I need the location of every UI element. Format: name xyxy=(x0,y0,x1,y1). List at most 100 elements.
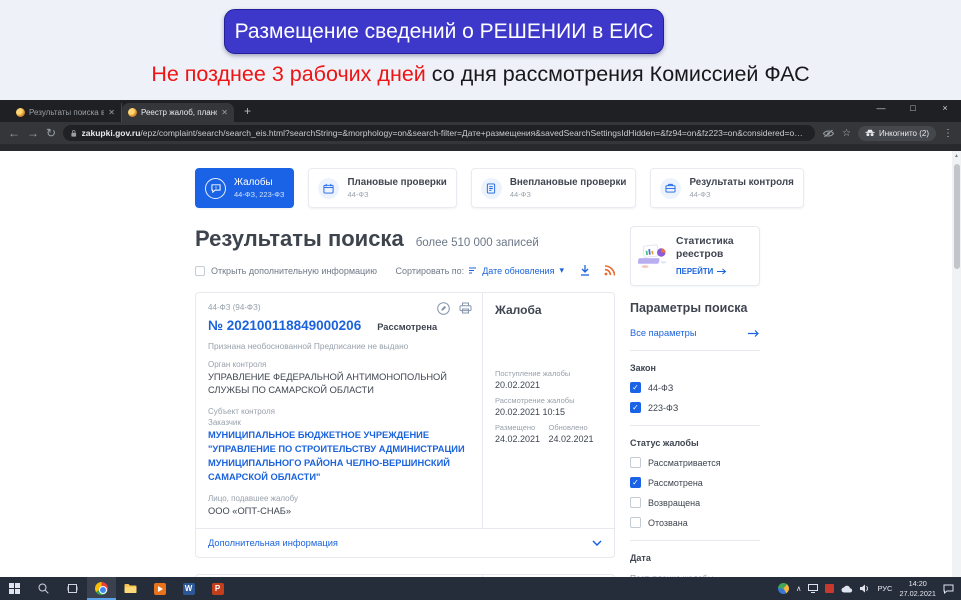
speaker-icon[interactable] xyxy=(860,584,870,593)
law-section-title: Закон xyxy=(630,363,760,373)
briefcase-icon xyxy=(660,178,681,199)
start-button[interactable] xyxy=(0,577,29,600)
language-indicator[interactable]: РУС xyxy=(877,584,892,593)
slide-title: Размещение сведений о РЕШЕНИИ в ЕИС xyxy=(224,9,664,54)
tab-complaints[interactable]: Жалобы 44-ФЗ, 223-ФЗ xyxy=(195,168,294,208)
window-controls: — □ × xyxy=(865,100,961,116)
maximize-button[interactable]: □ xyxy=(897,100,929,116)
open-additional-checkbox[interactable] xyxy=(195,266,205,276)
sort-by-label: Сортировать по: xyxy=(396,266,465,276)
lock-icon xyxy=(71,129,76,138)
calendar-check-icon xyxy=(318,178,339,199)
page-scrollbar[interactable]: ▲ xyxy=(952,151,961,577)
results-count: более 510 000 записей xyxy=(416,237,539,249)
taskbar-clock[interactable]: 14:20 27.02.2021 xyxy=(899,579,936,597)
updated-label: Обновлено xyxy=(549,423,603,432)
scrollbar-thumb[interactable] xyxy=(954,164,960,269)
chevron-down-icon[interactable] xyxy=(592,540,602,546)
date-section-title: Дата xyxy=(630,553,760,563)
eye-blocked-icon[interactable] xyxy=(822,129,835,138)
sort-value[interactable]: Дате обновления xyxy=(482,266,554,276)
all-params-link[interactable]: Все параметры xyxy=(630,328,760,338)
scroll-up-icon[interactable]: ▲ xyxy=(952,151,961,159)
subject-label: Субъект контроля xyxy=(208,407,470,416)
tab-close-icon[interactable]: ✕ xyxy=(108,108,115,117)
arrow-right-icon xyxy=(748,329,760,338)
taskbar-video-app-button[interactable] xyxy=(145,577,174,600)
incognito-icon xyxy=(865,129,875,137)
tray-browser-icon[interactable] xyxy=(778,583,789,594)
status-considering-option[interactable]: Рассматривается xyxy=(630,457,760,468)
complaint-bubble-icon xyxy=(205,178,226,199)
law-44fz-option[interactable]: ✓ 44-ФЗ xyxy=(630,382,760,393)
incognito-badge[interactable]: Инкогнито (2) xyxy=(858,126,936,141)
status-considered-option[interactable]: ✓ Рассмотрена xyxy=(630,477,760,488)
bookmark-star-icon[interactable]: ☆ xyxy=(842,128,851,139)
bookmarks-strip xyxy=(0,144,961,151)
tab-planned-inspections[interactable]: Плановые проверки 44-ФЗ xyxy=(308,168,456,208)
close-button[interactable]: × xyxy=(929,100,961,116)
checkbox-checked-icon[interactable]: ✓ xyxy=(630,477,641,488)
download-icon[interactable] xyxy=(580,265,590,276)
edit-circle-icon[interactable] xyxy=(437,302,450,315)
subject-value-link[interactable]: МУНИЦИПАЛЬНОЕ БЮДЖЕТНОЕ УЧРЕЖДЕНИЕ "УПРА… xyxy=(208,429,470,485)
taskbar-search-button[interactable] xyxy=(29,577,58,600)
reload-button[interactable]: ↻ xyxy=(46,127,56,139)
browser-window: Результаты поиска в каталоге ✕ Реестр жа… xyxy=(0,100,961,577)
url-text: zakupki.gov.ru/epz/complaint/search/sear… xyxy=(82,128,807,138)
browser-tab-2-active[interactable]: Реестр жалоб, плановых и вне ✕ xyxy=(122,103,234,122)
status-section-title: Статус жалобы xyxy=(630,438,760,448)
back-button[interactable]: ← xyxy=(8,127,20,139)
page-content: ▲ Жалобы 44-ФЗ, 223-ФЗ xyxy=(0,151,961,577)
action-center-icon[interactable] xyxy=(943,584,954,594)
system-tray: ∧ РУС 14:20 27.02.2021 xyxy=(778,577,961,600)
forward-button[interactable]: → xyxy=(27,127,39,139)
checkbox-checked-icon[interactable]: ✓ xyxy=(630,382,641,393)
menu-dots-icon[interactable]: ⋮ xyxy=(943,128,953,139)
tray-display-icon[interactable] xyxy=(808,584,818,593)
onedrive-cloud-icon[interactable] xyxy=(841,585,853,593)
card-law: 44-ФЗ (94-ФЗ) xyxy=(208,303,470,312)
tray-app-badge-icon[interactable] xyxy=(825,584,834,593)
taskbar-powerpoint-button[interactable]: P xyxy=(203,577,232,600)
incognito-label: Инкогнито (2) xyxy=(879,129,929,138)
minimize-button[interactable]: — xyxy=(865,100,897,116)
divider xyxy=(630,350,760,351)
browser-tab-1[interactable]: Результаты поиска в каталоге ✕ xyxy=(10,103,122,122)
card-number-link[interactable]: № 202100118849000206 xyxy=(208,318,361,333)
all-params-label: Все параметры xyxy=(630,328,697,338)
address-bar[interactable]: zakupki.gov.ru/epz/complaint/search/sear… xyxy=(63,125,815,141)
checkbox-label: Отозвана xyxy=(648,518,688,528)
registry-stats-panel[interactable]: Статистика реестров ПЕРЕЙТИ xyxy=(630,226,760,286)
checkbox-label: Рассмотрена xyxy=(648,478,703,488)
taskbar-explorer-button[interactable] xyxy=(116,577,145,600)
stats-go-link[interactable]: ПЕРЕЙТИ xyxy=(676,267,713,276)
applicant-label: Лицо, подавшее жалобу xyxy=(208,494,470,503)
checkbox-unchecked-icon[interactable] xyxy=(630,517,641,528)
task-view-button[interactable] xyxy=(58,577,87,600)
checkbox-unchecked-icon[interactable] xyxy=(630,497,641,508)
status-withdrawn-option[interactable]: Отозвана xyxy=(630,517,760,528)
checkbox-checked-icon[interactable]: ✓ xyxy=(630,402,641,413)
tab-control-results[interactable]: Результаты контроля 44-ФЗ xyxy=(650,168,803,208)
status-returned-option[interactable]: Возвращена xyxy=(630,497,760,508)
sort-caret-icon[interactable]: ▾ xyxy=(559,265,564,276)
organ-value: УПРАВЛЕНИЕ ФЕДЕРАЛЬНОЙ АНТИМОНОПОЛЬНОЙ С… xyxy=(208,371,470,398)
tab-sublabel: 44-ФЗ xyxy=(347,190,446,199)
additional-info-link[interactable]: Дополнительная информация xyxy=(208,538,338,548)
search-params-title: Параметры поиска xyxy=(630,301,760,315)
print-icon[interactable] xyxy=(459,302,472,314)
tray-expand-icon[interactable]: ∧ xyxy=(796,584,802,593)
tab-unplanned-inspections[interactable]: Внеплановые проверки 44-ФЗ xyxy=(471,168,637,208)
new-tab-button[interactable]: + xyxy=(244,104,251,118)
taskbar-chrome-button[interactable] xyxy=(87,577,116,600)
chrome-icon xyxy=(95,582,108,595)
law-223fz-option[interactable]: ✓ 223-ФЗ xyxy=(630,402,760,413)
checkbox-unchecked-icon[interactable] xyxy=(630,457,641,468)
open-additional-label: Открыть дополнительную информацию xyxy=(211,266,377,276)
tab-close-icon[interactable]: ✕ xyxy=(221,108,228,117)
taskbar-word-button[interactable]: W xyxy=(174,577,203,600)
card-type: Жалоба xyxy=(495,303,602,317)
rss-icon[interactable] xyxy=(604,265,615,276)
clock-time: 14:20 xyxy=(909,579,927,588)
